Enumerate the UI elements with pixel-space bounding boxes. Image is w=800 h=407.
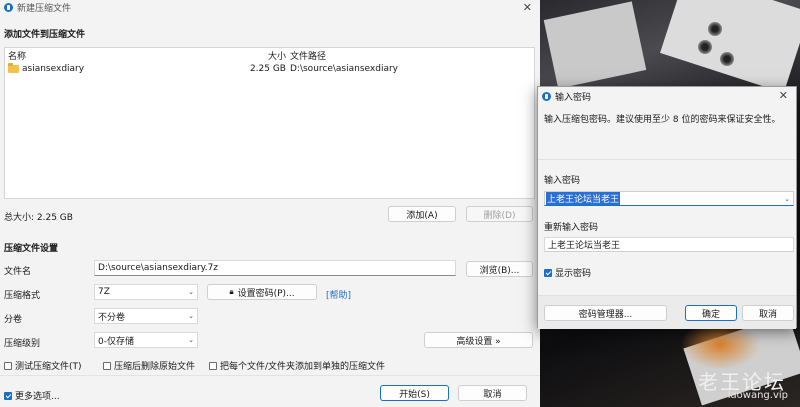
watermark-url: laowang.vip: [727, 390, 788, 401]
browse-button[interactable]: 浏览(B)...: [466, 261, 533, 277]
set-password-label: 设置密码(P)...: [237, 288, 295, 299]
file-name: asiansexdiary: [22, 64, 85, 74]
dialog-close-icon[interactable]: ✕: [779, 89, 788, 102]
column-name[interactable]: 名称: [5, 49, 208, 62]
delete-after-label: 压缩后删除原始文件: [114, 362, 196, 372]
create-archive-window: 新建压缩文件 ✕ 添加文件到压缩文件 名称 大小 文件路径 asiansexdi…: [0, 0, 540, 407]
total-size: 总大小: 2.25 GB: [4, 213, 73, 223]
window-close-icon[interactable]: ✕: [523, 1, 532, 14]
column-path[interactable]: 文件路径: [286, 49, 326, 62]
show-password-label: 显示密码: [555, 269, 592, 279]
bg-bolt: [708, 22, 722, 36]
split-label: 分卷: [4, 315, 23, 325]
set-password-button[interactable]: 🔒︎ 设置密码(P)...: [207, 284, 317, 300]
format-label: 压缩格式: [4, 291, 41, 301]
format-select[interactable]: 7Z ⌄: [94, 284, 198, 300]
test-archive-label: 测试压缩文件(T): [15, 362, 82, 372]
format-value: 7Z: [98, 287, 110, 297]
dialog-description: 输入压缩包密码。建议使用至少 8 位的密码来保证安全性。: [544, 115, 781, 125]
file-path: D:\source\asiansexdiary: [290, 64, 398, 74]
password-label: 输入密码: [544, 176, 581, 186]
bg-bolt: [698, 40, 712, 54]
file-list-header: 名称 大小 文件路径: [5, 48, 534, 62]
bg-bolt: [720, 52, 734, 66]
file-list[interactable]: 名称 大小 文件路径 asiansexdiary 2.25 GB D:\sour…: [4, 47, 535, 199]
file-size: 2.25 GB: [249, 64, 286, 74]
lock-icon: 🔒︎: [229, 287, 234, 296]
password-manager-button[interactable]: 密码管理器...: [544, 305, 667, 321]
chevron-down-icon: ⌄: [188, 336, 194, 344]
more-options-checkbox[interactable]: 更多选项...: [4, 389, 60, 402]
separate-archives-checkbox[interactable]: 把每个文件/文件夹添加到单独的压缩文件: [209, 359, 385, 372]
split-select[interactable]: 不分卷 ⌄: [94, 308, 198, 324]
more-options-label: 更多选项...: [15, 392, 60, 402]
password-dialog: 输入密码 ✕ 输入压缩包密码。建议使用至少 8 位的密码来保证安全性。 输入密码…: [537, 86, 797, 329]
help-link[interactable]: [帮助]: [326, 288, 351, 301]
chevron-down-icon: ⌄: [188, 312, 194, 320]
level-value: 0-仅存储: [98, 336, 134, 347]
add-files-heading: 添加文件到压缩文件: [4, 30, 86, 40]
checkbox-box: [4, 361, 12, 370]
delete-button[interactable]: 删除(D): [466, 206, 533, 222]
test-archive-checkbox[interactable]: 测试压缩文件(T): [4, 359, 82, 372]
checkbox-box-checked: [544, 268, 552, 277]
checkbox-box-checked: [4, 391, 12, 400]
column-size[interactable]: 大小: [208, 49, 286, 62]
add-button[interactable]: 添加(A): [388, 206, 456, 222]
dialog-title: 输入密码: [555, 93, 592, 103]
chevron-down-icon[interactable]: ⌄: [784, 195, 793, 203]
confirm-password-label: 重新输入密码: [544, 223, 599, 233]
app-icon: [542, 92, 551, 101]
delete-after-checkbox[interactable]: 压缩后删除原始文件: [103, 359, 195, 372]
folder-icon: [8, 63, 19, 73]
show-password-checkbox[interactable]: 显示密码: [544, 266, 591, 279]
footer-divider: [0, 375, 540, 376]
password-input[interactable]: 上老王论坛当老王 ⌄: [544, 191, 794, 206]
start-button[interactable]: 开始(S): [380, 385, 449, 401]
filename-input[interactable]: D:\source\asiansexdiary.7z: [94, 260, 456, 276]
dialog-titlebar: 输入密码: [542, 90, 591, 103]
separate-archives-label: 把每个文件/文件夹添加到单独的压缩文件: [220, 362, 386, 372]
checkbox-box: [103, 361, 111, 370]
dialog-divider: [538, 159, 796, 160]
confirm-password-input[interactable]: 上老王论坛当老王: [544, 237, 794, 252]
filename-label: 文件名: [4, 267, 32, 277]
password-value: 上老王论坛当老王: [546, 192, 621, 205]
chevron-down-icon: ⌄: [188, 288, 194, 296]
dialog-cancel-button[interactable]: 取消: [742, 305, 794, 321]
advanced-settings-button[interactable]: 高级设置 »: [424, 332, 533, 348]
app-icon: [4, 3, 13, 12]
file-row[interactable]: asiansexdiary 2.25 GB D:\source\asiansex…: [5, 62, 534, 76]
cancel-button[interactable]: 取消: [458, 385, 527, 401]
split-value: 不分卷: [98, 312, 126, 323]
level-label: 压缩级别: [4, 339, 41, 349]
bg-plate: [660, 0, 800, 94]
settings-heading: 压缩文件设置: [4, 244, 59, 254]
checkbox-box: [209, 361, 217, 370]
file-name-cell: asiansexdiary: [5, 63, 208, 74]
ok-button[interactable]: 确定: [685, 305, 737, 321]
bg-plate: [543, 1, 647, 89]
window-titlebar: 新建压缩文件: [0, 0, 540, 15]
window-title: 新建压缩文件: [17, 4, 72, 14]
level-select[interactable]: 0-仅存储 ⌄: [94, 332, 198, 348]
